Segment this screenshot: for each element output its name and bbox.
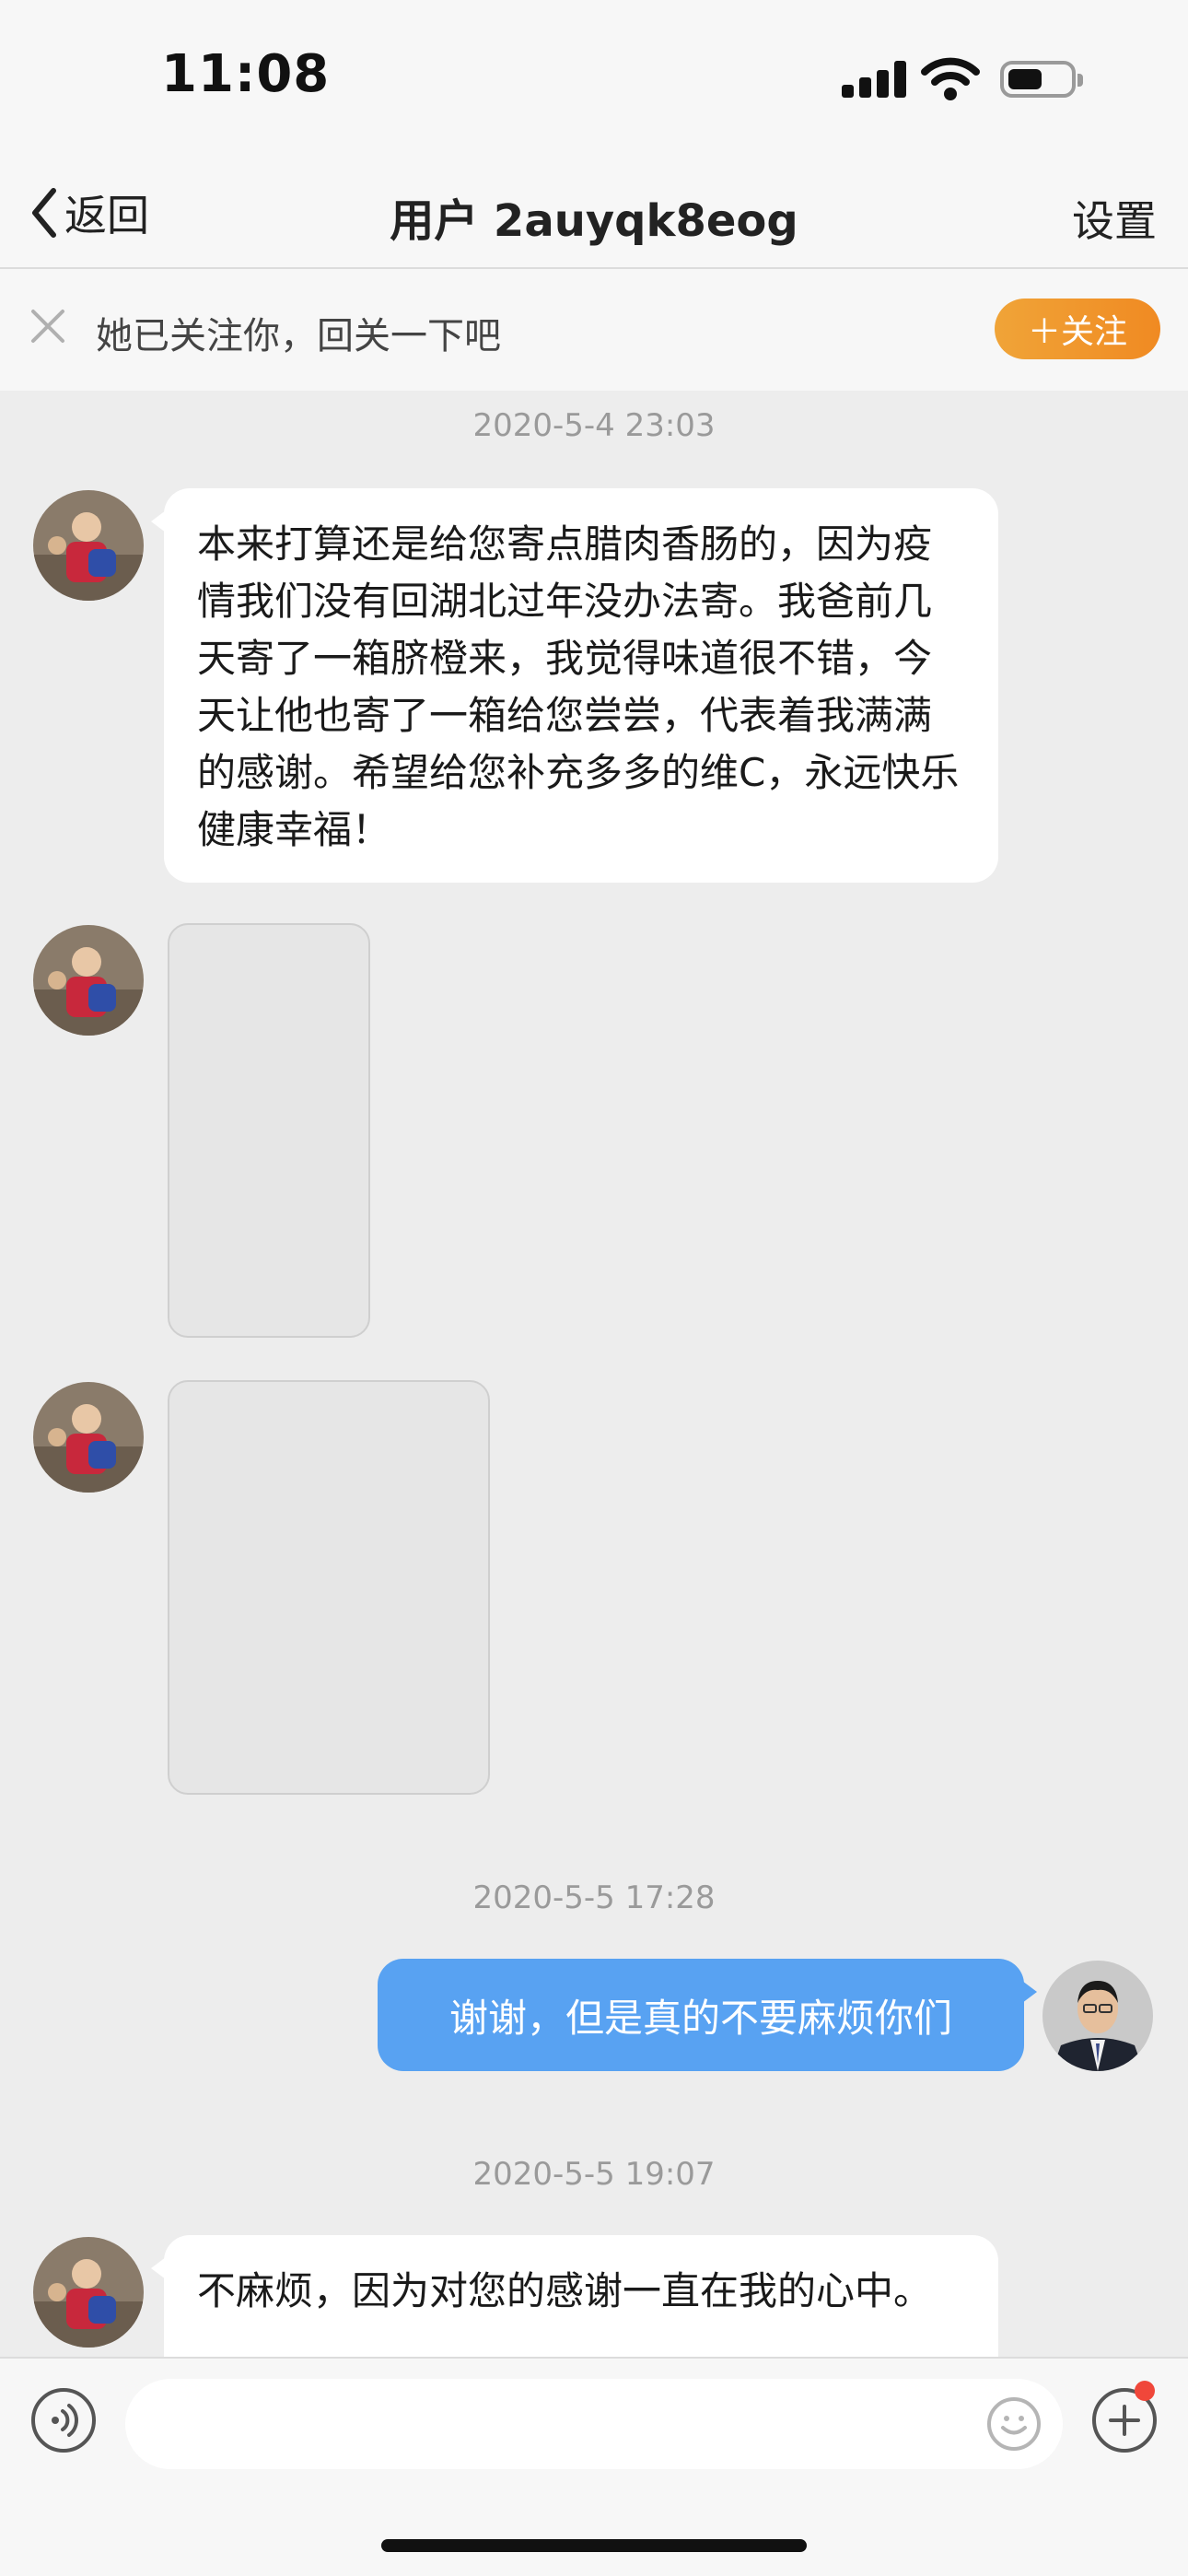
timestamp: 2020-5-5 17:28 [472,1879,716,1916]
follow-banner: 她已关注你，回关一下吧 ＋关注 [0,269,1188,391]
avatar[interactable] [33,1382,144,1493]
image-message[interactable] [168,1380,490,1795]
avatar[interactable] [33,2237,144,2348]
avatar-photo [33,490,144,601]
page-title: 用户 2auyqk8eog [390,195,798,247]
avatar[interactable] [33,490,144,601]
status-bar: 11:08 [0,0,1188,157]
message-bubble[interactable]: 不麻烦，因为对您的感谢一直在我的心中。 [151,2235,998,2359]
battery-tip [1077,74,1083,87]
follow-button[interactable]: ＋关注 [995,299,1160,359]
avatar-photo [1042,1961,1153,2071]
avatar-photo [33,1382,144,1493]
signal-icon [842,61,906,98]
avatar-photo [33,925,144,1036]
message-bubble[interactable]: 本来打算还是给您寄点腊肉香肠的，因为疫情我们没有回湖北过年没办法寄。我爸前几天寄… [151,488,998,883]
follow-banner-text: 她已关注你，回关一下吧 [96,315,501,357]
close-icon[interactable] [28,306,68,346]
message-bubble-outgoing[interactable]: 谢谢，但是真的不要麻烦你们 [378,1959,1037,2071]
voice-icon [52,2404,78,2437]
home-indicator[interactable] [381,2539,807,2552]
message-input[interactable] [125,2379,1063,2469]
wifi-icon [921,57,980,100]
avatar-photo [33,2237,144,2348]
voice-button[interactable] [31,2388,96,2453]
emoji-icon [1001,2416,1027,2435]
settings-button[interactable]: 设置 [1072,188,1157,249]
message-list-tail: 不麻烦，因为对您的感谢一直在我的心中。 [0,2230,1188,2359]
timestamp: 2020-5-5 19:07 [472,2156,716,2193]
avatar[interactable] [33,925,144,1036]
emoji-button[interactable] [987,2397,1041,2451]
nav-bar: 返回 用户 2auyqk8eog 设置 [0,157,1188,269]
notification-dot [1135,2381,1155,2401]
status-time: 11:08 [161,44,331,104]
my-avatar[interactable] [1042,1961,1153,2071]
image-message[interactable] [168,923,370,1338]
battery-icon [1000,61,1076,98]
timestamp: 2020-5-4 23:03 [472,407,716,444]
